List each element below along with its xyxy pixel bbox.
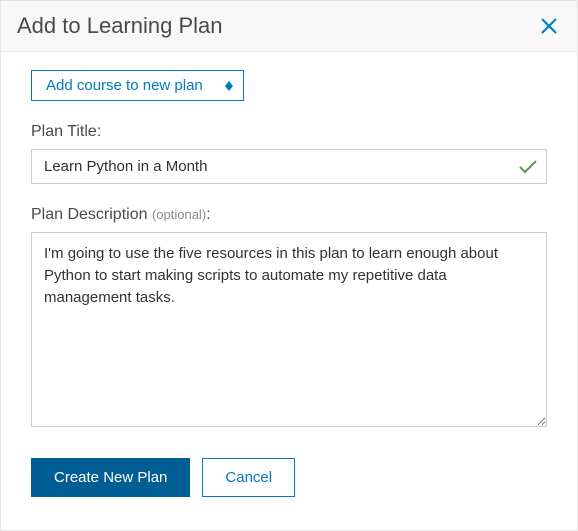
plan-title-input-wrapper <box>31 149 547 184</box>
add-to-learning-plan-dialog: Add to Learning Plan Add course to new p… <box>0 0 578 531</box>
plan-description-label: Plan Description (optional): <box>31 206 547 224</box>
plan-title-input[interactable] <box>31 149 547 184</box>
create-new-plan-button[interactable]: Create New Plan <box>31 458 190 497</box>
dialog-body: Add course to new plan Plan Title: Plan … <box>1 52 577 517</box>
dialog-title: Add to Learning Plan <box>17 13 223 39</box>
cancel-button[interactable]: Cancel <box>202 458 295 497</box>
checkmark-icon <box>519 160 537 174</box>
plan-title-field: Plan Title: <box>31 123 547 184</box>
plan-title-label: Plan Title: <box>31 123 547 141</box>
dropdown-selected-label: Add course to new plan <box>46 77 203 94</box>
plan-description-textarea[interactable] <box>31 232 547 427</box>
sort-arrows-icon <box>225 81 233 91</box>
dialog-header: Add to Learning Plan <box>1 1 577 52</box>
plan-mode-dropdown[interactable]: Add course to new plan <box>31 70 244 101</box>
close-icon <box>540 17 558 35</box>
close-button[interactable] <box>539 16 559 36</box>
dialog-actions: Create New Plan Cancel <box>31 458 547 497</box>
plan-description-field: Plan Description (optional): <box>31 206 547 432</box>
